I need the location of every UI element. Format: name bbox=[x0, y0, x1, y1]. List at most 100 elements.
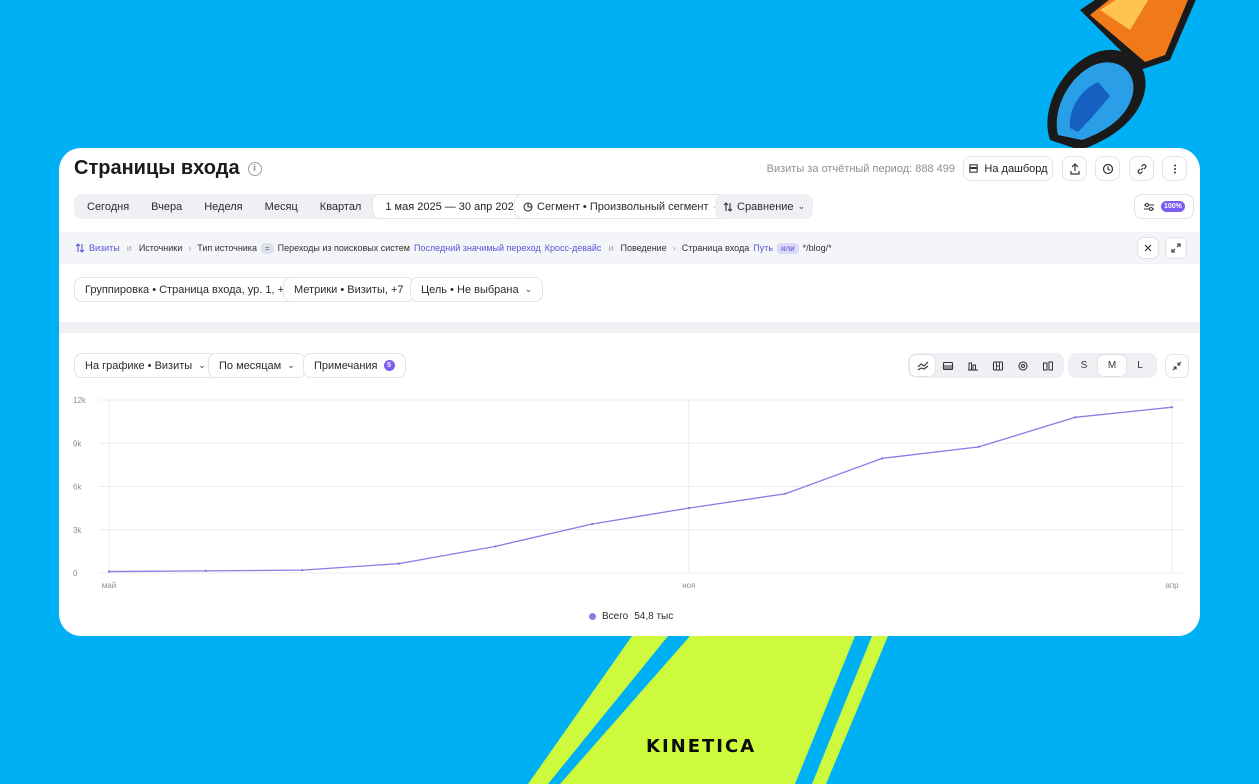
filter-entry-page[interactable]: Страница входа bbox=[682, 243, 750, 253]
data-point bbox=[397, 562, 401, 565]
stacked-bar-icon bbox=[992, 360, 1003, 371]
x-tick-label: май bbox=[102, 581, 116, 590]
metrics-selector[interactable]: Метрики • Визиты, +7 bbox=[283, 277, 415, 302]
data-point bbox=[1074, 416, 1077, 419]
chart-legend[interactable]: Всего 54,8 тыс bbox=[589, 611, 673, 622]
y-tick-label: 6k bbox=[73, 483, 82, 492]
date-range-value: 1 мая 2025 — 30 апр 2026 bbox=[385, 200, 520, 213]
close-icon bbox=[1144, 244, 1152, 252]
data-point bbox=[880, 457, 884, 460]
data-point bbox=[977, 445, 980, 449]
legend-series-name: Всего bbox=[602, 611, 629, 622]
filter-search-traffic[interactable]: Переходы из поисковых систем bbox=[278, 243, 410, 253]
expand-filter-button[interactable] bbox=[1165, 237, 1187, 259]
chart-period-label: По месяцам bbox=[219, 359, 282, 372]
segment-selector[interactable]: Сегмент • Произвольный сегмент ⌄ bbox=[514, 194, 730, 219]
more-button[interactable] bbox=[1162, 156, 1187, 181]
goal-selector[interactable]: Цель • Не выбрана ⌄ bbox=[410, 277, 544, 302]
filter-behavior[interactable]: Поведение bbox=[620, 243, 666, 253]
goal-label: Цель • Не выбрана bbox=[421, 283, 519, 296]
expand-icon bbox=[1171, 243, 1181, 253]
area-chart-button[interactable] bbox=[935, 355, 960, 376]
chart-type-switcher bbox=[908, 353, 1064, 378]
filter-and: и bbox=[126, 243, 132, 253]
y-tick-label: 0 bbox=[73, 569, 78, 578]
period-week[interactable]: Неделя bbox=[193, 196, 253, 217]
legend-series-dot bbox=[589, 613, 596, 620]
legend-series-total: 54,8 тыс bbox=[634, 611, 674, 622]
filter-visits[interactable]: Визиты bbox=[89, 243, 120, 253]
y-tick-label: 9k bbox=[73, 439, 82, 448]
chart-period-selector[interactable]: По месяцам ⌄ bbox=[208, 353, 306, 378]
grouping-selector[interactable]: Группировка • Страница входа, ур. 1, +4 bbox=[74, 277, 302, 302]
history-button[interactable] bbox=[1095, 156, 1120, 181]
info-icon[interactable]: i bbox=[247, 161, 262, 176]
pen-icon bbox=[1047, 0, 1196, 150]
size-l-button[interactable]: L bbox=[1126, 355, 1154, 376]
size-s-button[interactable]: S bbox=[1070, 355, 1098, 376]
period-month[interactable]: Месяц bbox=[254, 196, 309, 217]
x-tick-label: апр bbox=[1165, 581, 1179, 590]
filter-path[interactable]: Путь bbox=[753, 243, 773, 253]
size-m-button[interactable]: M bbox=[1098, 355, 1126, 376]
visits-total: Визиты за отчётный период: 888 499 bbox=[766, 163, 955, 175]
dashboard-button-label: На дашборд bbox=[984, 162, 1048, 175]
metrics-label: Метрики • Визиты, +7 bbox=[294, 283, 404, 296]
chevron-right-icon: › bbox=[188, 243, 192, 253]
filter-or: или bbox=[777, 242, 799, 254]
compare-icon bbox=[75, 243, 85, 253]
share-link-button[interactable] bbox=[1129, 156, 1154, 181]
data-point bbox=[784, 492, 787, 495]
export-icon bbox=[1069, 162, 1080, 175]
chevron-down-icon: ⌄ bbox=[287, 360, 295, 371]
filter-cross-device[interactable]: Кросс-девайс bbox=[545, 243, 602, 253]
filter-attribution[interactable]: Последний значимый переход bbox=[414, 243, 541, 253]
sampling-badge: 100% bbox=[1161, 201, 1185, 212]
brand-logo: KINETICA bbox=[646, 736, 757, 757]
bar-chart-icon bbox=[967, 362, 978, 371]
more-icon bbox=[1173, 164, 1176, 173]
filter-pattern[interactable]: */blog/* bbox=[803, 243, 832, 253]
filter-row: Визиты и Источники › Тип источника = Пер… bbox=[59, 232, 1200, 264]
dashboard-button[interactable]: На дашборд bbox=[963, 156, 1053, 181]
y-tick-label: 12k bbox=[73, 396, 87, 405]
sliders-icon bbox=[1144, 202, 1154, 211]
x-tick-label: ноя bbox=[682, 581, 695, 590]
chart-metric-label: На графике • Визиты bbox=[85, 359, 193, 372]
series-line bbox=[108, 406, 1173, 573]
period-quarter[interactable]: Квартал bbox=[309, 196, 373, 217]
data-point bbox=[301, 568, 304, 572]
data-point bbox=[107, 570, 111, 573]
pie-chart-icon bbox=[1017, 360, 1028, 371]
filter-sources[interactable]: Источники bbox=[139, 243, 182, 253]
period-today[interactable]: Сегодня bbox=[76, 196, 140, 217]
notes-count-badge: 5 bbox=[383, 360, 395, 371]
data-point bbox=[494, 545, 497, 548]
line-chart-button[interactable] bbox=[910, 355, 935, 376]
clock-icon bbox=[1102, 163, 1113, 174]
line-chart-icon bbox=[917, 361, 928, 370]
export-button[interactable] bbox=[1062, 156, 1087, 181]
link-icon bbox=[1137, 163, 1146, 174]
comparison-label: Сравнение bbox=[737, 200, 794, 213]
filter-operator: = bbox=[260, 242, 274, 254]
comparison-selector[interactable]: Сравнение ⌄ bbox=[715, 194, 814, 219]
grouping-label: Группировка • Страница входа, ур. 1, +4 bbox=[85, 283, 291, 296]
pie-chart-button[interactable] bbox=[1010, 355, 1035, 376]
notes-button[interactable]: Примечания 5 bbox=[303, 353, 406, 378]
notes-label: Примечания bbox=[314, 359, 378, 372]
segment-icon bbox=[523, 201, 533, 212]
chart-metric-selector[interactable]: На графике • Визиты ⌄ bbox=[74, 353, 217, 378]
report-card: Страницы входа i Визиты за отчётный пери… bbox=[59, 148, 1200, 636]
collapse-chart-button[interactable] bbox=[1165, 354, 1189, 378]
clear-filter-button[interactable] bbox=[1137, 237, 1159, 259]
chevron-down-icon: ⌄ bbox=[198, 360, 206, 371]
area-chart-icon bbox=[942, 361, 953, 370]
sampling-button[interactable]: 100% bbox=[1134, 194, 1194, 219]
period-yesterday[interactable]: Вчера bbox=[140, 196, 193, 217]
data-point bbox=[590, 522, 594, 526]
column-chart-button[interactable] bbox=[1035, 355, 1060, 376]
bar-chart-button[interactable] bbox=[960, 355, 985, 376]
stacked-bar-button[interactable] bbox=[985, 355, 1010, 376]
filter-source-type[interactable]: Тип источника bbox=[197, 243, 257, 253]
